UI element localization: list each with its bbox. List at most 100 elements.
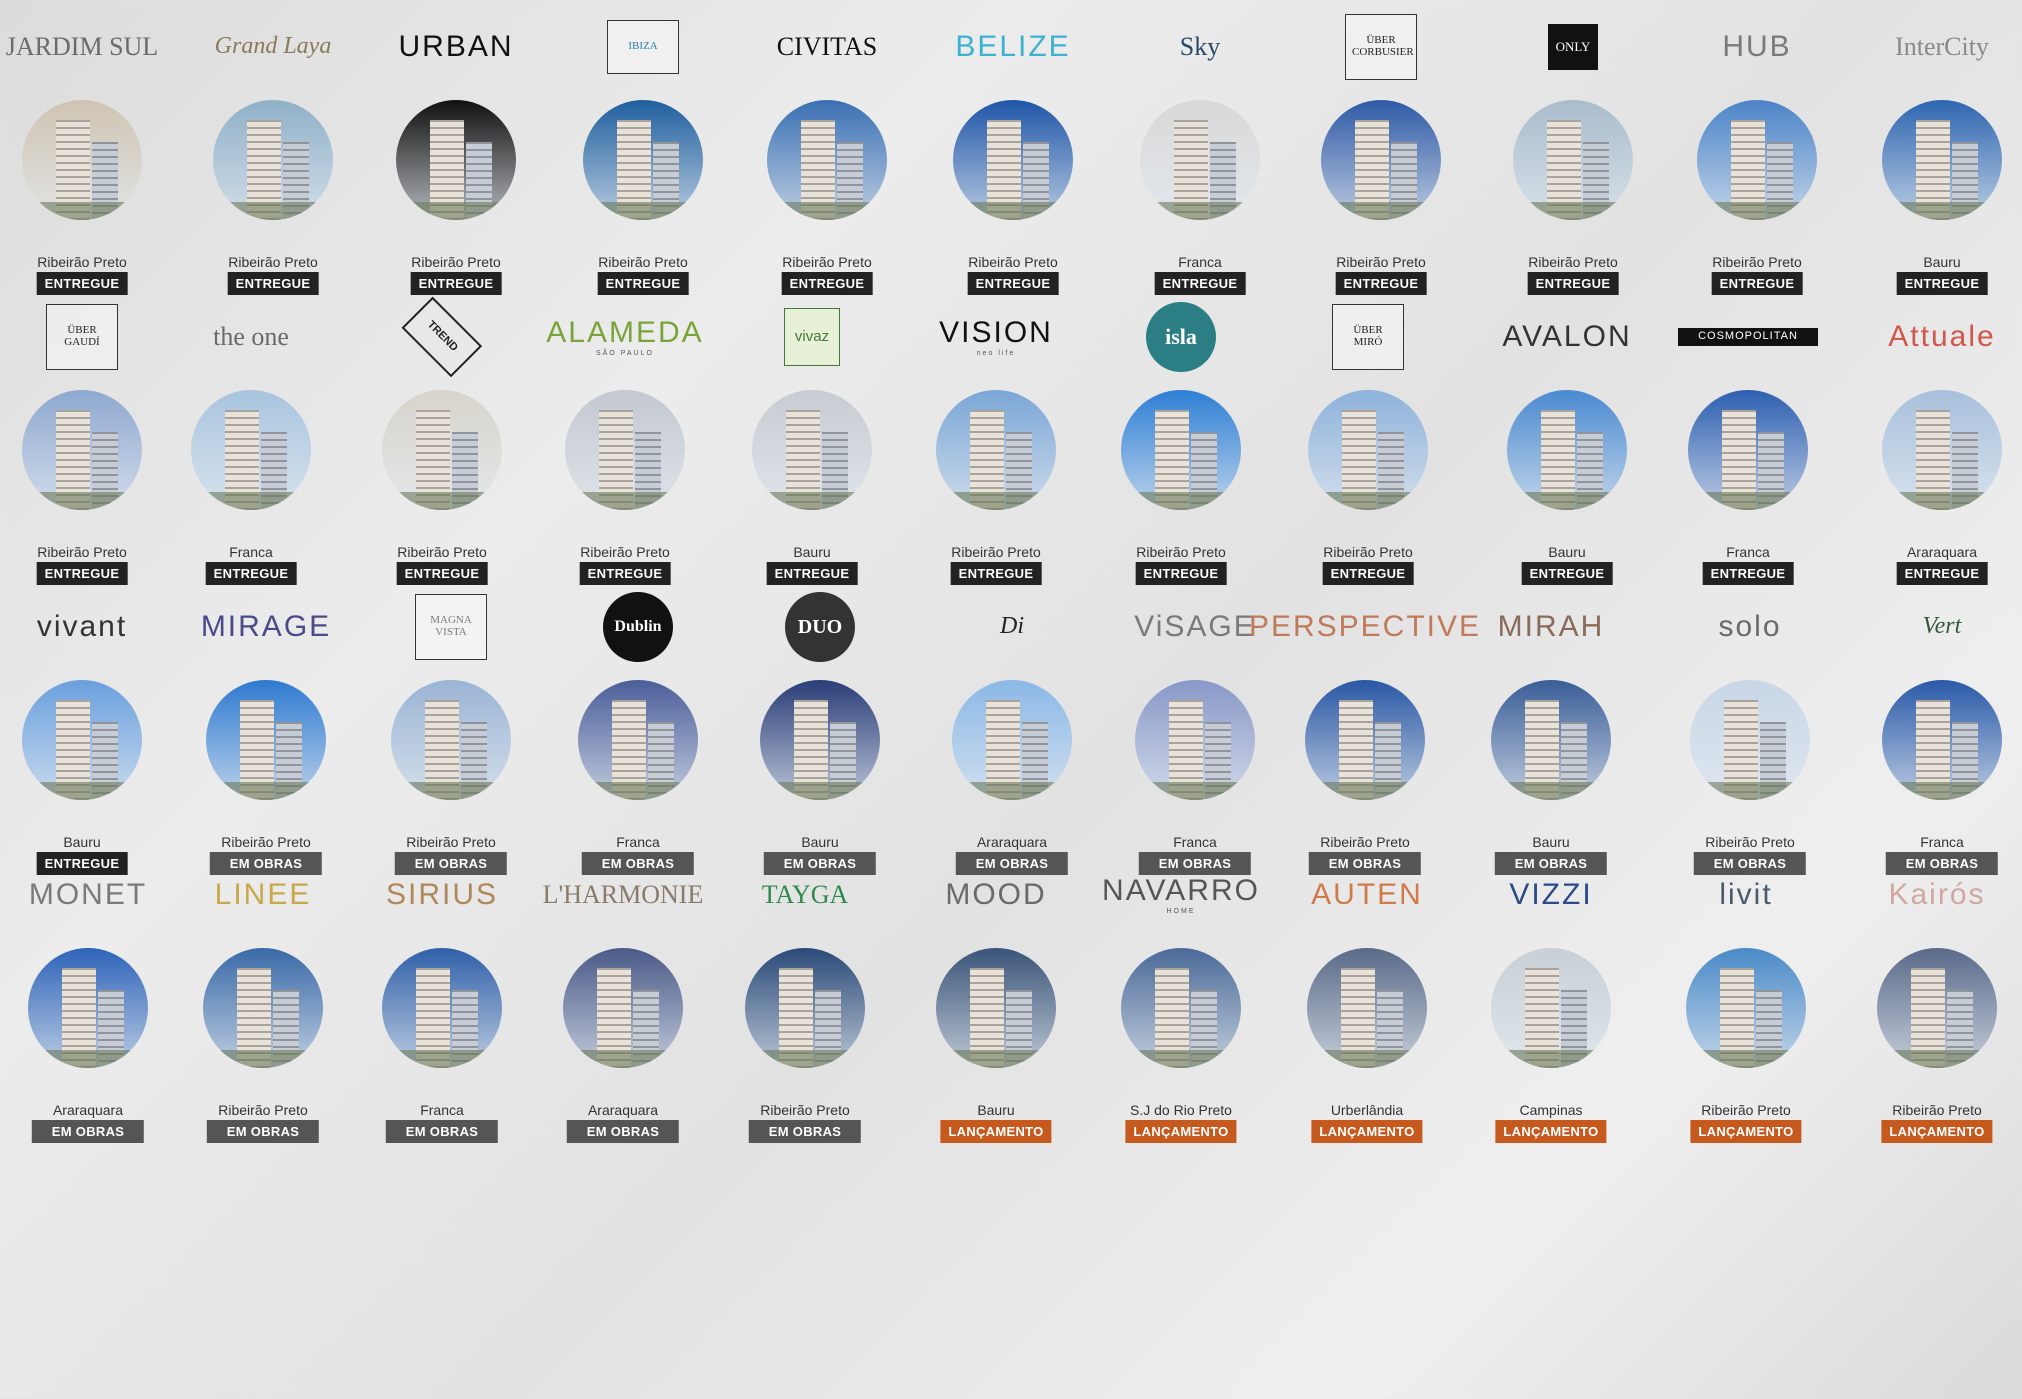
project-photo[interactable] xyxy=(22,390,142,510)
project-card[interactable]: Grand Laya Ribeirão Preto ENTREGUE xyxy=(188,2,358,332)
project-photo[interactable] xyxy=(1882,390,2002,510)
project-card[interactable]: vivaz Bauru ENTREGUE xyxy=(727,292,897,622)
project-photo[interactable] xyxy=(745,948,865,1068)
project-card[interactable]: AVALON Bauru ENTREGUE xyxy=(1482,292,1652,622)
project-photo[interactable] xyxy=(752,390,872,510)
project-card[interactable]: Kairós Ribeirão Preto LANÇAMENTO xyxy=(1852,850,2022,1180)
project-photo[interactable] xyxy=(1690,680,1810,800)
project-card[interactable]: livit Ribeirão Preto LANÇAMENTO xyxy=(1661,850,1831,1180)
project-city: Ribeirão Preto xyxy=(37,544,127,560)
project-logo-text: Di xyxy=(1000,613,1024,640)
project-photo[interactable] xyxy=(1688,390,1808,510)
project-photo[interactable] xyxy=(1507,390,1627,510)
project-card[interactable]: ONLY Ribeirão Preto ENTREGUE xyxy=(1488,2,1658,332)
project-photo[interactable] xyxy=(952,680,1072,800)
project-card[interactable]: LINEE Ribeirão Preto EM OBRAS xyxy=(178,850,348,1180)
project-card[interactable]: JARDIM SUL Ribeirão Preto ENTREGUE xyxy=(0,2,167,332)
project-card[interactable]: IBIZA Ribeirão Preto ENTREGUE xyxy=(558,2,728,332)
project-card[interactable]: AUTEN Urberlândia LANÇAMENTO xyxy=(1282,850,1452,1180)
project-photo[interactable] xyxy=(1307,948,1427,1068)
project-photo[interactable] xyxy=(1882,680,2002,800)
project-photo[interactable] xyxy=(396,100,516,220)
project-logo: IBIZA xyxy=(558,2,728,92)
project-photo[interactable] xyxy=(760,680,880,800)
project-card[interactable]: InterCity Bauru ENTREGUE xyxy=(1857,2,2022,332)
project-card[interactable]: ÜBER CORBUSIER Ribeirão Preto ENTREGUE xyxy=(1296,2,1466,332)
project-photo[interactable] xyxy=(578,680,698,800)
status-badge: LANÇAMENTO xyxy=(1690,1120,1802,1143)
project-card[interactable]: CIVITAS Ribeirão Preto ENTREGUE xyxy=(742,2,912,332)
project-photo[interactable] xyxy=(382,948,502,1068)
project-city: Ribeirão Preto xyxy=(397,544,487,560)
project-photo[interactable] xyxy=(206,680,326,800)
project-photo[interactable] xyxy=(953,100,1073,220)
project-photo[interactable] xyxy=(1491,680,1611,800)
project-card[interactable]: ALAMEDA SÃO PAULO Ribeirão Preto ENTREGUE xyxy=(540,292,710,622)
project-card[interactable]: HUB Ribeirão Preto ENTREGUE xyxy=(1672,2,1842,332)
project-photo[interactable] xyxy=(391,680,511,800)
project-card[interactable]: Attuale Araraquara ENTREGUE xyxy=(1857,292,2022,622)
project-photo[interactable] xyxy=(563,948,683,1068)
project-photo[interactable] xyxy=(1491,948,1611,1068)
project-photo[interactable] xyxy=(936,948,1056,1068)
project-city: Franca xyxy=(1173,834,1217,850)
project-logo-text: MONET xyxy=(28,878,148,912)
ground xyxy=(203,1050,323,1068)
project-logo-text: DUO xyxy=(785,592,855,662)
project-logo: BELIZE xyxy=(928,2,1098,92)
project-photo[interactable] xyxy=(1697,100,1817,220)
project-card[interactable]: Sky Franca ENTREGUE xyxy=(1115,2,1285,332)
project-card[interactable]: MOOD Bauru LANÇAMENTO xyxy=(911,850,1081,1180)
project-photo[interactable] xyxy=(1308,390,1428,510)
project-photo[interactable] xyxy=(1686,948,1806,1068)
project-card[interactable]: SIRIUS Franca EM OBRAS xyxy=(357,850,527,1180)
project-card[interactable]: VIZZI Campinas LANÇAMENTO xyxy=(1466,850,1636,1180)
project-photo[interactable] xyxy=(1121,948,1241,1068)
project-card[interactable]: the one Franca ENTREGUE xyxy=(166,292,336,622)
project-city: Bauru xyxy=(1532,834,1570,850)
project-photo[interactable] xyxy=(28,948,148,1068)
project-logo-text: SIRIUS xyxy=(385,878,499,912)
project-logo-text: MIRAH xyxy=(1497,610,1605,644)
project-card[interactable]: isla Ribeirão Preto ENTREGUE xyxy=(1096,292,1266,622)
project-card[interactable]: VISION neo life Ribeirão Preto ENTREGUE xyxy=(911,292,1081,622)
project-logo-text: MOOD xyxy=(945,878,1047,912)
project-photo[interactable] xyxy=(1513,100,1633,220)
project-photo[interactable] xyxy=(1140,100,1260,220)
project-card[interactable]: URBAN Ribeirão Preto ENTREGUE xyxy=(371,2,541,332)
project-logo: solo xyxy=(1665,582,1835,672)
project-card[interactable]: ÜBER GAUDÍ Ribeirão Preto ENTREGUE xyxy=(0,292,167,622)
project-photo[interactable] xyxy=(1321,100,1441,220)
project-card[interactable]: TREND Ribeirão Preto ENTREGUE xyxy=(357,292,527,622)
project-photo[interactable] xyxy=(1305,680,1425,800)
project-photo[interactable] xyxy=(22,680,142,800)
project-logo-text: BELIZE xyxy=(955,30,1071,64)
project-photo[interactable] xyxy=(1877,948,1997,1068)
project-logo: VISION neo life xyxy=(911,292,1081,382)
project-photo[interactable] xyxy=(1135,680,1255,800)
project-photo[interactable] xyxy=(203,948,323,1068)
project-card[interactable]: MONET Araraquara EM OBRAS xyxy=(3,850,173,1180)
project-photo[interactable] xyxy=(565,390,685,510)
project-card[interactable]: BELIZE Ribeirão Preto ENTREGUE xyxy=(928,2,1098,332)
project-photo[interactable] xyxy=(583,100,703,220)
project-card[interactable]: L'HARMONIE Araraquara EM OBRAS xyxy=(538,850,708,1180)
project-card[interactable]: TAYGA Ribeirão Preto EM OBRAS xyxy=(720,850,890,1180)
project-logo: TAYGA xyxy=(720,850,890,940)
project-photo[interactable] xyxy=(1882,100,2002,220)
project-logo: PERSPECTIVE xyxy=(1249,582,1479,672)
project-logo-subtitle: HOME xyxy=(1166,908,1196,916)
project-photo[interactable] xyxy=(22,100,142,220)
project-photo[interactable] xyxy=(936,390,1056,510)
project-card[interactable]: NAVARRO HOME S.J do Rio Preto LANÇAMENTO xyxy=(1096,850,1266,1180)
project-photo[interactable] xyxy=(213,100,333,220)
ground xyxy=(1135,782,1255,800)
project-logo-text: TREND xyxy=(401,296,483,378)
project-card[interactable]: COSMOPOLITAN Franca ENTREGUE xyxy=(1663,292,1833,622)
project-card[interactable]: ÜBER MIRÓ Ribeirão Preto ENTREGUE xyxy=(1283,292,1453,622)
ground xyxy=(565,492,685,510)
project-photo[interactable] xyxy=(191,390,311,510)
project-photo[interactable] xyxy=(382,390,502,510)
project-photo[interactable] xyxy=(1121,390,1241,510)
project-photo[interactable] xyxy=(767,100,887,220)
